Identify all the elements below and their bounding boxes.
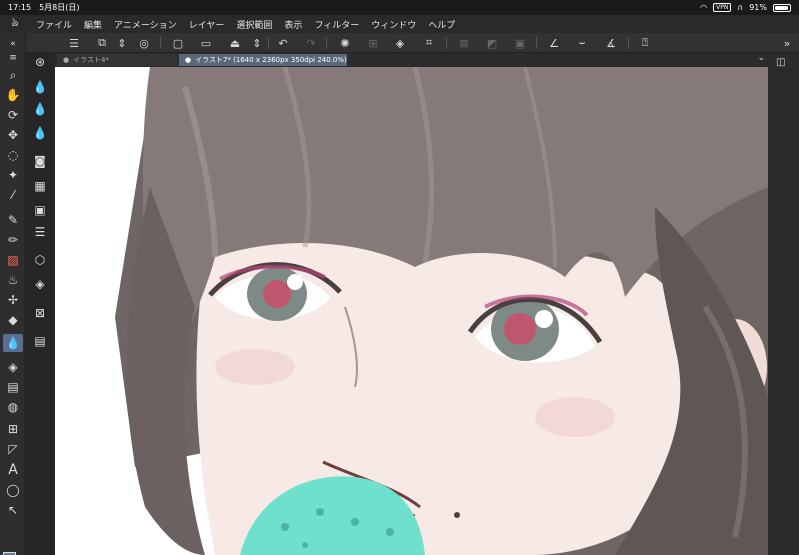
menu-edit[interactable]: 編集 — [78, 18, 108, 31]
item-bank-icon[interactable]: ⊠ — [30, 304, 50, 322]
decoration-icon[interactable]: ✢ — [3, 291, 23, 309]
blend-sub-icon-3[interactable]: 💧 — [30, 124, 50, 142]
command-bar: « ☰ ⧉ ⇕ ◎ ▢ ▭ ⏏ ⇕ ↶ ↷ ✺ ⊞ ◈ ⌗ ⊠ ◩ ▣ ∠ ⌣ … — [0, 33, 799, 53]
drawing-canvas[interactable] — [55, 67, 768, 555]
brush-snap-icon[interactable]: ⌣ — [574, 35, 590, 51]
new-canvas-icon[interactable]: ⧉ — [94, 35, 110, 51]
blend-sub-icon[interactable]: 💧 — [30, 78, 50, 96]
layer-property-icon[interactable]: ☰ — [30, 223, 50, 241]
ruler-icon[interactable]: ∠ — [546, 35, 562, 51]
tab-illust4[interactable]: ● イラスト4* — [57, 54, 177, 66]
clip-studio-icon[interactable]: ◎ — [136, 35, 152, 51]
magic-wand-icon[interactable]: ✦ — [3, 166, 23, 184]
clip-studio-logo-icon[interactable]: ঌ — [0, 14, 30, 34]
pen-icon[interactable]: ✎ — [3, 211, 23, 229]
status-time: 17:15 — [8, 3, 32, 12]
tab-bar: ● イラスト4* ● イラスト7* (1640 x 2360px 350dpi 24… — [55, 53, 799, 67]
fill-bucket-icon[interactable]: ◈ — [3, 358, 23, 376]
menu-window[interactable]: ウィンドウ — [365, 18, 422, 31]
right-panel: ◫ — [768, 57, 799, 555]
divider — [628, 37, 629, 49]
correct-line-icon[interactable]: ↖ — [3, 501, 23, 519]
hamburger-menu-icon[interactable]: ☰ — [66, 35, 82, 51]
status-right: ◠ VPN ∩ 91% — [700, 3, 791, 12]
sub-tool-logo-icon[interactable]: ⊛ — [30, 53, 50, 71]
menu-file[interactable]: ファイル — [30, 18, 78, 31]
status-bar: 17:15 5月8日(日) ◠ VPN ∩ 91% — [0, 0, 799, 15]
text-icon[interactable]: A — [3, 461, 23, 479]
ruler-tool-icon[interactable]: ◸ — [3, 440, 23, 458]
divider — [268, 37, 269, 49]
fill-icon[interactable]: ◈ — [392, 35, 408, 51]
gradient-icon[interactable]: ▤ — [3, 378, 23, 396]
battery-percent: 91% — [749, 3, 767, 12]
tool-palette: « ≡ ⌕ ✋ ⟳ ✥ ◌ ✦ ⁄ ✎ ✏ ▨ ♨ ✢ ◆ 💧 ◈ ▤ ◍ ⊞ … — [0, 33, 26, 555]
zoom-icon[interactable]: ⌕ — [3, 66, 23, 84]
brush-icon[interactable]: ▨ — [3, 251, 23, 269]
balloon-icon[interactable]: ◯ — [3, 481, 23, 499]
divider — [446, 37, 447, 49]
frame-icon[interactable]: ⊞ — [3, 420, 23, 438]
open-folder-icon[interactable]: ▭ — [198, 35, 214, 51]
loading-icon[interactable]: ✺ — [337, 35, 353, 51]
tab-label: イラスト7* (1640 x 2360px 350dpi 240.0%) — [195, 56, 347, 64]
undo-icon[interactable]: ↶ — [275, 35, 291, 51]
tab-close-dot[interactable]: ● — [185, 56, 191, 64]
companion-icon[interactable]: ◫ — [776, 57, 785, 68]
artwork — [55, 67, 768, 555]
wifi-icon: ◠ — [700, 3, 708, 12]
palette-menu-icon[interactable]: ≡ — [3, 49, 23, 67]
new-file-icon[interactable]: ▢ — [170, 35, 186, 51]
hand-icon[interactable]: ✋ — [3, 86, 23, 104]
eraser-icon[interactable]: ◆ — [3, 311, 23, 329]
airbrush-icon[interactable]: ♨ — [3, 271, 23, 289]
chevron-down-icon[interactable]: ⌄ — [757, 53, 765, 63]
menu-layer[interactable]: レイヤー — [183, 18, 231, 31]
pencil-icon[interactable]: ✏ — [3, 231, 23, 249]
divider — [326, 37, 327, 49]
tab-close-dot[interactable]: ● — [63, 56, 69, 64]
menu-bar: ঌ ファイル 編集 アニメーション レイヤー 選択範囲 表示 フィルター ウィン… — [0, 15, 799, 33]
material-icon[interactable]: ⬡ — [30, 251, 50, 269]
tab-label: イラスト4* — [73, 56, 109, 64]
color-set-icon[interactable]: ▦ — [30, 177, 50, 195]
layers-icon[interactable]: ◈ — [30, 275, 50, 293]
menu-selection[interactable]: 選択範囲 — [230, 18, 278, 31]
select-icon[interactable]: ▣ — [512, 35, 528, 51]
tab-illust7[interactable]: ● イラスト7* (1640 x 2360px 350dpi 240.0%) — [179, 54, 347, 66]
status-date: 5月8日(日) — [39, 3, 80, 12]
vpn-badge: VPN — [713, 3, 732, 12]
redo-icon[interactable]: ↷ — [303, 35, 319, 51]
sub-tool-palette: ⊛ 💧 💧 💧 ◙ ▦ ▣ ☰ ⬡ ◈ ⊠ ▤ — [26, 53, 55, 555]
stepper-icon[interactable]: ⇕ — [114, 35, 130, 51]
menu-animation[interactable]: アニメーション — [108, 18, 183, 31]
crop-icon[interactable]: ⌗ — [421, 35, 437, 51]
headphones-icon: ∩ — [737, 3, 744, 12]
menu-view[interactable]: 表示 — [278, 18, 308, 31]
blend-sub-icon-2[interactable]: 💧 — [30, 100, 50, 118]
lasso-icon[interactable]: ◌ — [3, 146, 23, 164]
fill-selection-icon[interactable]: ◩ — [484, 35, 500, 51]
rotate-view-icon[interactable]: ⟳ — [3, 106, 23, 124]
battery-icon — [773, 3, 791, 12]
navigator-icon[interactable]: ▣ — [30, 201, 50, 219]
contour-fill-icon[interactable]: ◍ — [3, 398, 23, 416]
eyedropper-icon[interactable]: ⁄ — [3, 186, 23, 204]
gallery-icon[interactable]: ▤ — [30, 332, 50, 350]
collapse-right-icon[interactable]: » — [779, 35, 795, 51]
divider — [160, 37, 161, 49]
stepper-icon-2[interactable]: ⇕ — [249, 35, 265, 51]
snap-icon[interactable]: ∡ — [603, 35, 619, 51]
menu-help[interactable]: ヘルプ — [422, 18, 461, 31]
save-icon[interactable]: ⏏ — [227, 35, 243, 51]
blend-icon[interactable]: 💧 — [3, 334, 23, 352]
transform-icon[interactable]: ⊞ — [365, 35, 381, 51]
menu-filter[interactable]: フィルター — [308, 18, 365, 31]
help-icon[interactable]: ⍰ — [637, 35, 653, 51]
clear-icon[interactable]: ⊠ — [456, 35, 472, 51]
layer-panel-icon[interactable]: ◙ — [30, 152, 50, 170]
move-icon[interactable]: ✥ — [3, 126, 23, 144]
divider — [536, 37, 537, 49]
